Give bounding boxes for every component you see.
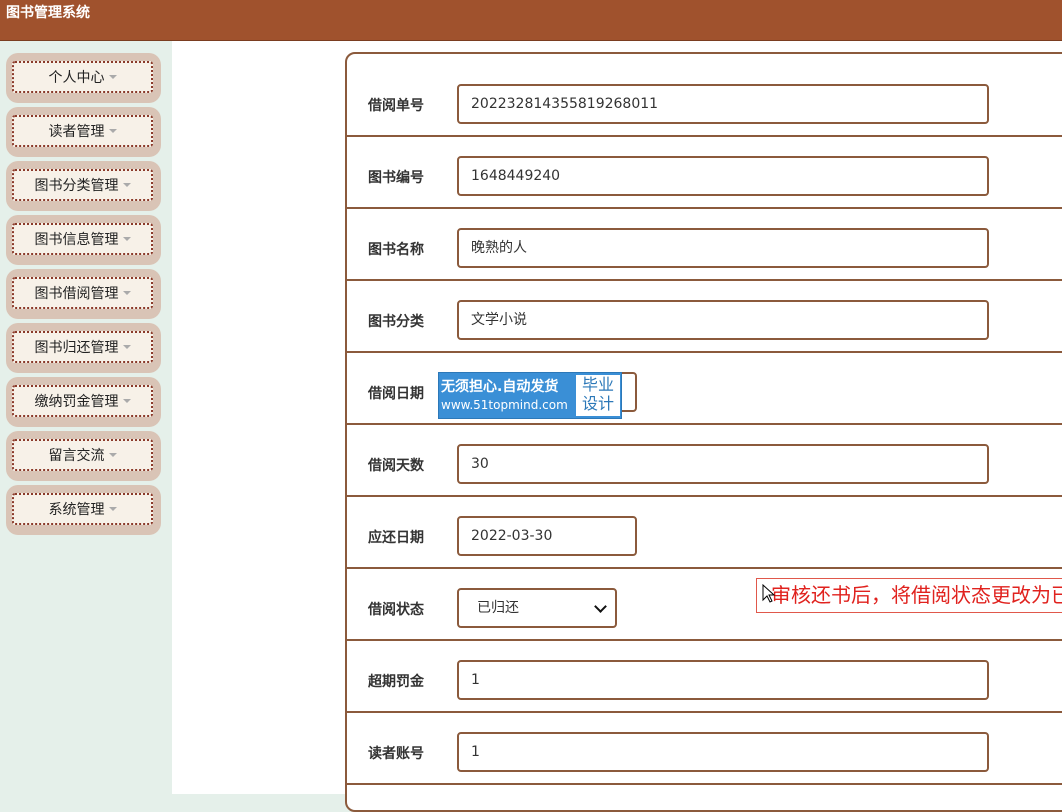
sidebar-item-book-return[interactable]: 图书归还管理 [6,323,161,373]
app-title: 图书管理系统 [6,5,90,21]
watermark-badge-line1: 毕业 [581,375,614,394]
row-divider [347,783,1062,785]
book-category-input[interactable]: 文学小说 [457,300,989,340]
borrow-number-input[interactable]: 20223281435581926801​1 [457,84,989,124]
sidebar-item-messages[interactable]: 留言交流 [6,431,161,481]
sidebar-item-button[interactable]: 读者管理 [12,115,153,147]
sidebar-item-button[interactable]: 系统管理 [12,493,153,525]
sidebar-item-button[interactable]: 图书分类管理 [12,169,153,201]
reader-account-input[interactable]: 1 [457,732,989,772]
sidebar-item-button[interactable]: 缴纳罚金管理 [12,385,153,417]
sidebar-item-label: 系统管理 [48,502,105,518]
row-divider [347,135,1062,137]
chevron-down-icon [594,599,607,613]
watermark-line1: 无须担心.自动发货 [441,379,559,395]
sidebar-item-fine-payment[interactable]: 缴纳罚金管理 [6,377,161,427]
sidebar-item-label: 缴纳罚金管理 [34,394,119,410]
sidebar-item-label: 图书分类管理 [34,178,119,194]
sidebar-item-label: 图书借阅管理 [34,286,119,302]
row-divider [347,711,1062,713]
borrow-date-label: 借阅日期 [368,386,424,402]
reader-account-label: 读者账号 [368,746,424,762]
row-divider [347,495,1062,497]
caret-down-icon [108,75,117,79]
overdue-fine-label: 超期罚金 [368,674,424,690]
sidebar-item-book-category[interactable]: 图书分类管理 [6,161,161,211]
borrow-days-input[interactable]: 30 [457,444,989,484]
caret-down-icon [108,507,117,511]
row-divider [347,207,1062,209]
sidebar-item-label: 个人中心 [48,70,105,86]
sidebar-item-button[interactable]: 留言交流 [12,439,153,471]
watermark-text: 无须担心.自动发货 www.51topmind.com [441,377,575,413]
sidebar-item-label: 图书信息管理 [34,232,119,248]
top-bar: 图书管理系统 [0,0,1062,41]
row-divider [347,423,1062,425]
book-number-label: 图书编号 [368,170,424,186]
mouse-cursor-icon [762,584,776,603]
caret-down-icon [108,453,117,457]
caret-down-icon [122,183,131,187]
caret-down-icon [122,399,131,403]
sidebar-item-button[interactable]: 图书借阅管理 [12,277,153,309]
caret-down-icon [122,237,131,241]
sidebar-item-button[interactable]: 图书信息管理 [12,223,153,255]
caret-down-icon [122,345,131,349]
overdue-fine-input[interactable]: 1 [457,660,989,700]
sidebar-item-button[interactable]: 图书归还管理 [12,331,153,363]
sidebar-item-book-borrow[interactable]: 图书借阅管理 [6,269,161,319]
sidebar-item-label: 留言交流 [48,448,105,464]
book-category-label: 图书分类 [368,314,424,330]
due-date-label: 应还日期 [368,530,424,546]
annotation-hint: 审核还书后，将借阅状态更改为已 [756,578,1062,613]
row-divider [347,351,1062,353]
book-number-input[interactable]: 1648449240 [457,156,989,196]
book-name-input[interactable]: 晚熟的人 [457,228,989,268]
watermark-badge-line2: 设计 [581,394,614,413]
borrow-status-value: 已归还 [477,600,519,616]
sidebar-item-personal-center[interactable]: 个人中心 [6,53,161,103]
watermark-logo: 毕业 设计 [576,375,620,416]
book-name-label: 图书名称 [368,242,424,258]
due-date-input[interactable]: 2022-03-30 [457,516,637,556]
sidebar-item-label: 读者管理 [48,124,105,140]
watermark-badge: 无须担心.自动发货 www.51topmind.com 毕业 设计 [438,372,622,419]
sidebar-item-label: 图书归还管理 [34,340,119,356]
sidebar-item-book-info[interactable]: 图书信息管理 [6,215,161,265]
sidebar-item-button[interactable]: 个人中心 [12,61,153,93]
sidebar-item-reader-management[interactable]: 读者管理 [6,107,161,157]
caret-down-icon [108,129,117,133]
borrow-status-label: 借阅状态 [368,602,424,618]
caret-down-icon [122,291,131,295]
borrow-number-label: 借阅单号 [368,98,424,114]
row-divider [347,639,1062,641]
row-divider [347,279,1062,281]
sidebar-item-system-management[interactable]: 系统管理 [6,485,161,535]
row-divider [347,567,1062,569]
watermark-line2: www.51topmind.com [441,398,568,412]
borrow-days-label: 借阅天数 [368,458,424,474]
borrow-status-select[interactable]: 已归还 [457,588,617,628]
